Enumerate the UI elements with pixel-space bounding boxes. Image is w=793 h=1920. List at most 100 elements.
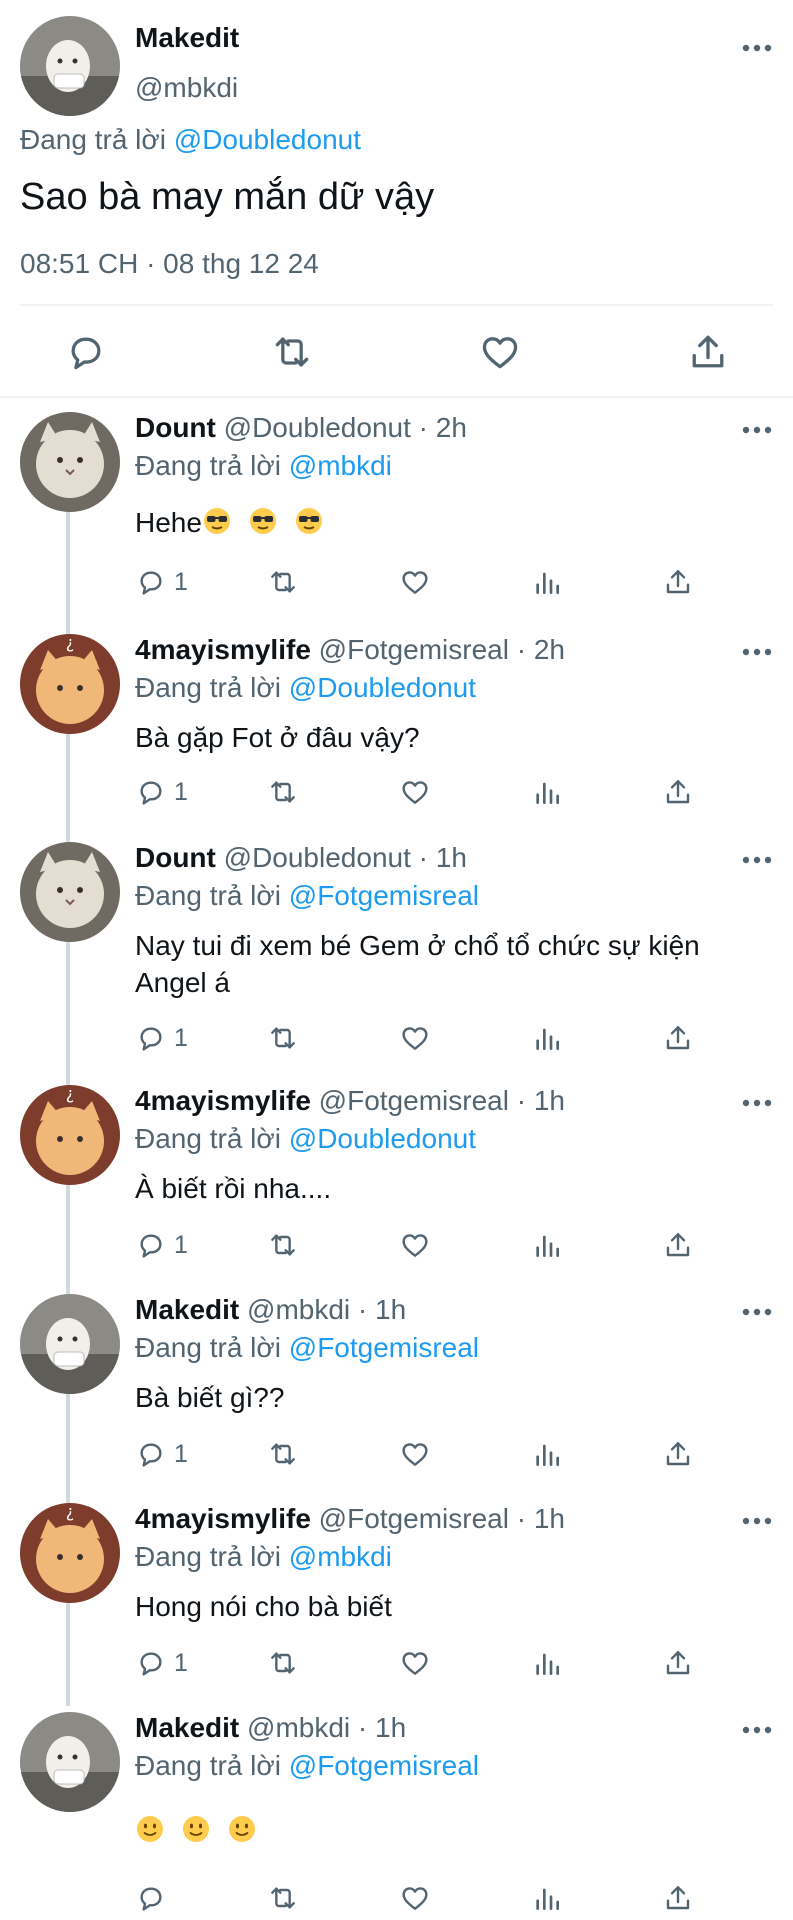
- views-icon[interactable]: [531, 1438, 563, 1470]
- author-name[interactable]: 4mayismylife: [135, 1085, 311, 1116]
- reply-icon[interactable]: [135, 1022, 167, 1054]
- author-meta[interactable]: @Fotgemisreal · 1h: [319, 1085, 565, 1116]
- sunglasses-emoji-icon: [248, 506, 278, 545]
- share-icon[interactable]: [662, 1647, 694, 1679]
- reply-count: 1: [174, 778, 188, 806]
- heart-icon[interactable]: [399, 1229, 431, 1261]
- replying-to: Đang trả lời @Doubledonut: [20, 124, 361, 156]
- replying-to-handle[interactable]: @Fotgemisreal: [289, 880, 479, 911]
- share-icon[interactable]: [662, 776, 694, 808]
- reply-icon[interactable]: [135, 1882, 167, 1914]
- avatar[interactable]: [20, 1712, 120, 1812]
- views-icon[interactable]: [531, 1647, 563, 1679]
- author-handle[interactable]: @mbkdi: [135, 72, 238, 104]
- retweet-icon[interactable]: [267, 1022, 299, 1054]
- sunglasses-emoji-icon: [294, 506, 324, 545]
- reply-text: Nay tui đi xem bé Gem ở chổ tổ chức sự k…: [135, 930, 700, 998]
- retweet-icon[interactable]: [267, 1438, 299, 1470]
- share-icon[interactable]: [662, 1022, 694, 1054]
- retweet-icon[interactable]: [267, 1882, 299, 1914]
- reply-tweet: Makedit @mbkdi · 1h Đang trả lời @Fotgem…: [0, 1712, 793, 1912]
- more-icon[interactable]: [741, 424, 773, 436]
- avatar[interactable]: [20, 412, 120, 512]
- replying-to-handle[interactable]: @Doubledonut: [174, 124, 361, 155]
- reply-actions: 1: [0, 566, 793, 602]
- reply-text: À biết rồi nha....: [135, 1173, 332, 1204]
- author-name[interactable]: 4mayismylife: [135, 634, 311, 665]
- replying-to-handle[interactable]: @mbkdi: [289, 450, 392, 481]
- heart-icon[interactable]: [399, 1882, 431, 1914]
- more-icon[interactable]: [741, 854, 773, 866]
- svg-text:¿: ¿: [66, 634, 75, 652]
- heart-icon[interactable]: [399, 566, 431, 598]
- views-icon[interactable]: [531, 1882, 563, 1914]
- reply-icon[interactable]: [135, 1229, 167, 1261]
- retweet-icon[interactable]: [267, 1647, 299, 1679]
- more-icon[interactable]: [741, 42, 773, 54]
- reply-header: Makedit @mbkdi · 1h: [135, 1294, 406, 1326]
- share-icon[interactable]: [662, 1438, 694, 1470]
- more-icon[interactable]: [741, 1306, 773, 1318]
- reply-icon[interactable]: [64, 330, 108, 374]
- heart-icon[interactable]: [399, 1647, 431, 1679]
- retweet-icon[interactable]: [267, 776, 299, 808]
- reply-icon[interactable]: [135, 1438, 167, 1470]
- more-icon[interactable]: [741, 646, 773, 658]
- author-meta[interactable]: @mbkdi · 1h: [247, 1294, 406, 1325]
- heart-icon[interactable]: [399, 1022, 431, 1054]
- author-name[interactable]: Dount: [135, 842, 216, 873]
- retweet-icon[interactable]: [270, 330, 314, 374]
- slight-smile-emoji-icon: [135, 1814, 165, 1853]
- reply-icon[interactable]: [135, 1647, 167, 1679]
- tweet-timestamp[interactable]: 08:51 CH · 08 thg 12 24: [20, 248, 319, 280]
- divider: [0, 396, 793, 398]
- author-meta[interactable]: @Doubledonut · 2h: [224, 412, 467, 443]
- author-name[interactable]: Makedit: [135, 1712, 239, 1743]
- avatar[interactable]: ¿: [20, 1503, 120, 1603]
- retweet-icon[interactable]: [267, 566, 299, 598]
- views-icon[interactable]: [531, 566, 563, 598]
- share-icon[interactable]: [662, 1229, 694, 1261]
- more-icon[interactable]: [741, 1097, 773, 1109]
- heart-icon[interactable]: [478, 330, 522, 374]
- replying-to-label: Đang trả lời: [135, 1541, 281, 1572]
- replying-to-handle[interactable]: @Doubledonut: [289, 1123, 476, 1154]
- author-name[interactable]: Makedit: [135, 22, 239, 54]
- retweet-icon[interactable]: [267, 1229, 299, 1261]
- reply-icon[interactable]: [135, 776, 167, 808]
- avatar[interactable]: [20, 842, 120, 942]
- heart-icon[interactable]: [399, 776, 431, 808]
- slight-smile-emoji-icon: [181, 1814, 211, 1853]
- avatar[interactable]: ¿: [20, 1085, 120, 1185]
- author-meta[interactable]: @Fotgemisreal · 1h: [319, 1503, 565, 1534]
- replying-to: Đang trả lời @Doubledonut: [135, 1123, 476, 1155]
- share-icon[interactable]: [662, 1882, 694, 1914]
- reply-text: Bà gặp Fot ở đâu vậy?: [135, 722, 420, 753]
- author-name[interactable]: Makedit: [135, 1294, 239, 1325]
- replying-to-handle[interactable]: @Fotgemisreal: [289, 1750, 479, 1781]
- reply-header: 4mayismylife @Fotgemisreal · 1h: [135, 1085, 565, 1117]
- views-icon[interactable]: [531, 776, 563, 808]
- views-icon[interactable]: [531, 1229, 563, 1261]
- author-meta[interactable]: @Doubledonut · 1h: [224, 842, 467, 873]
- author-name[interactable]: 4mayismylife: [135, 1503, 311, 1534]
- replying-to-handle[interactable]: @mbkdi: [289, 1541, 392, 1572]
- reply-header: Dount @Doubledonut · 1h: [135, 842, 467, 874]
- avatar[interactable]: [20, 1294, 120, 1394]
- more-icon[interactable]: [741, 1515, 773, 1527]
- share-icon[interactable]: [686, 330, 730, 374]
- more-icon[interactable]: [741, 1724, 773, 1736]
- reply-actions: 1: [0, 1438, 793, 1474]
- replying-to-handle[interactable]: @Doubledonut: [289, 672, 476, 703]
- author-meta[interactable]: @Fotgemisreal · 2h: [319, 634, 565, 665]
- views-icon[interactable]: [531, 1022, 563, 1054]
- heart-icon[interactable]: [399, 1438, 431, 1470]
- avatar[interactable]: [20, 16, 120, 116]
- avatar[interactable]: ¿: [20, 634, 120, 734]
- replying-to-handle[interactable]: @Fotgemisreal: [289, 1332, 479, 1363]
- reply-icon[interactable]: [135, 566, 167, 598]
- share-icon[interactable]: [662, 566, 694, 598]
- replying-to-label: Đang trả lời: [20, 124, 166, 155]
- author-meta[interactable]: @mbkdi · 1h: [247, 1712, 406, 1743]
- author-name[interactable]: Dount: [135, 412, 216, 443]
